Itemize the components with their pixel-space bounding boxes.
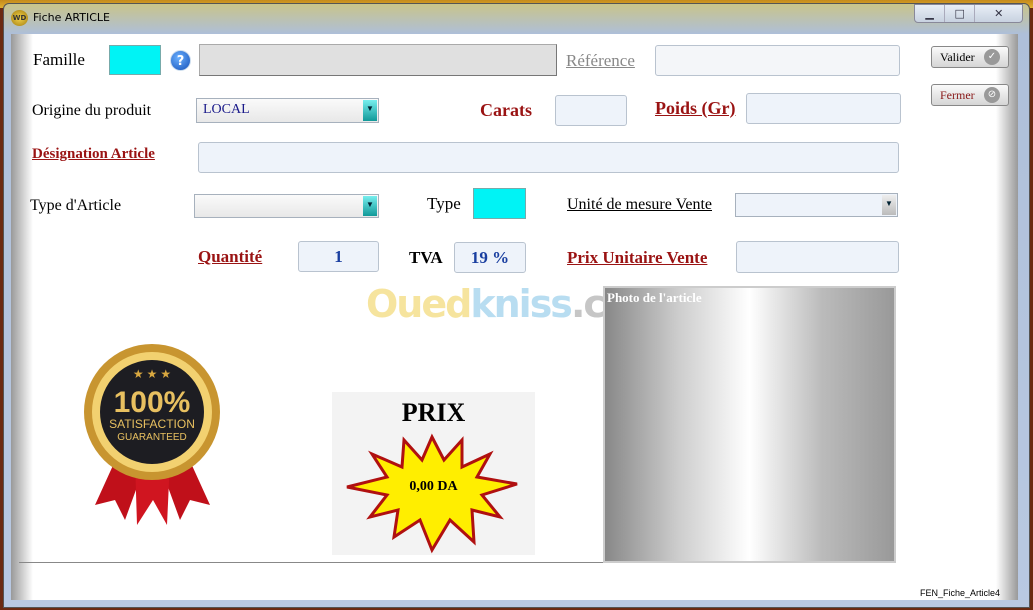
close-button[interactable]: ✕ bbox=[975, 5, 1022, 22]
fermer-button[interactable]: Fermer ⊘ bbox=[931, 84, 1009, 106]
window-title: Fiche ARTICLE bbox=[33, 11, 110, 24]
satisfaction-badge: ★ ★ ★ 100% SATISFACTION GUARANTEED bbox=[75, 340, 230, 530]
valider-label: Valider bbox=[940, 49, 975, 64]
dropdown-arrow-icon: ▼ bbox=[363, 100, 377, 121]
reference-input[interactable] bbox=[655, 45, 900, 76]
type-input[interactable] bbox=[473, 188, 526, 219]
minimize-button[interactable]: ▁ bbox=[915, 5, 946, 22]
cancel-icon: ⊘ bbox=[984, 87, 1000, 103]
check-icon: ✓ bbox=[984, 49, 1000, 65]
photo-label: Photo de l'article bbox=[607, 290, 702, 305]
prix-unitaire-label[interactable]: Prix Unitaire Vente bbox=[567, 248, 707, 268]
help-icon[interactable]: ? bbox=[170, 50, 191, 71]
tva-label: TVA bbox=[409, 248, 443, 267]
svg-text:★ ★ ★: ★ ★ ★ bbox=[133, 367, 171, 381]
type-article-select[interactable]: ▼ bbox=[194, 194, 379, 218]
origine-label: Origine du produit bbox=[32, 102, 152, 119]
badge-line1: 100% bbox=[114, 386, 191, 419]
carats-label: Carats bbox=[480, 100, 532, 120]
type-article-label: Type d'Article bbox=[30, 197, 122, 214]
designation-input[interactable] bbox=[198, 142, 899, 173]
prix-unitaire-input[interactable] bbox=[736, 241, 899, 273]
fermer-label: Fermer bbox=[940, 87, 975, 102]
origine-value: LOCAL bbox=[203, 102, 250, 117]
quantite-label[interactable]: Quantité bbox=[198, 247, 262, 267]
famille-code-input[interactable] bbox=[109, 45, 161, 75]
maximize-button[interactable]: □ bbox=[945, 5, 976, 22]
dropdown-arrow-icon: ▼ bbox=[882, 195, 896, 215]
reference-label: Référence bbox=[566, 51, 635, 70]
dropdown-arrow-icon: ▼ bbox=[363, 196, 377, 216]
windev-icon: WD bbox=[11, 10, 28, 26]
divider bbox=[19, 562, 603, 563]
article-photo[interactable]: Photo de l'article bbox=[603, 286, 896, 563]
poids-label[interactable]: Poids (Gr) bbox=[655, 98, 736, 119]
prix-display: PRIX 0,00 DA bbox=[332, 392, 535, 555]
window-name-label: FEN_Fiche_Article4 bbox=[920, 588, 1001, 598]
unite-select[interactable]: ▼ bbox=[735, 193, 898, 217]
quantite-input[interactable]: 1 bbox=[298, 241, 379, 272]
type-label: Type bbox=[427, 194, 461, 213]
window-controls: ▁ □ ✕ bbox=[914, 4, 1023, 23]
unite-label: Unité de mesure Vente bbox=[567, 196, 712, 213]
designation-label[interactable]: Désignation Article bbox=[32, 146, 155, 163]
tva-value: 19 % bbox=[454, 242, 526, 273]
famille-label: Famille bbox=[33, 50, 85, 69]
prix-title: PRIX bbox=[401, 398, 466, 427]
prix-value: 0,00 DA bbox=[409, 479, 458, 494]
famille-description-field bbox=[199, 44, 557, 76]
svg-text:GUARANTEED: GUARANTEED bbox=[117, 432, 186, 443]
poids-input[interactable] bbox=[746, 93, 901, 124]
origine-select[interactable]: LOCAL ▼ bbox=[196, 98, 379, 123]
svg-text:SATISFACTION: SATISFACTION bbox=[109, 417, 195, 431]
valider-button[interactable]: Valider ✓ bbox=[931, 46, 1009, 68]
carats-input[interactable] bbox=[555, 95, 627, 126]
